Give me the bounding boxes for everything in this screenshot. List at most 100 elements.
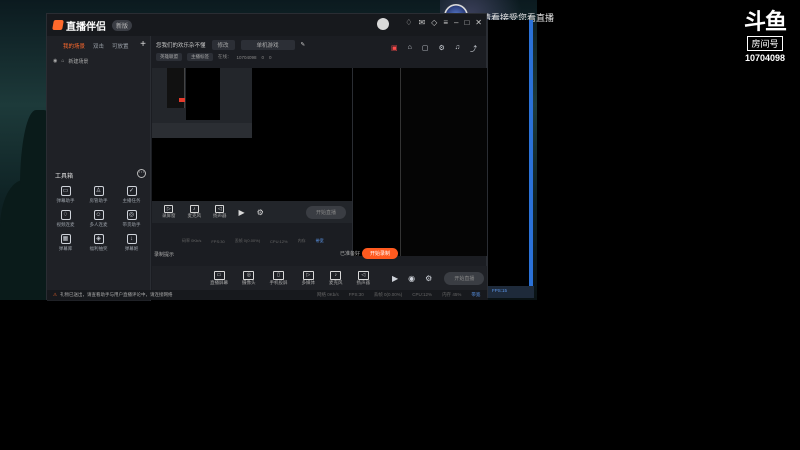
side-pane-status: FPS:15 [488,286,534,298]
camera-button[interactable]: ◎ 摄像头 [242,270,256,286]
status-bar: ⚠ 礼物已送出，请查看助手与用户直播评论中，请连接网络 网络 0Kb/s FPS… [47,290,488,300]
tool-fan[interactable]: ♙ 房管助手 [82,186,115,204]
window-controls: ♢ ✉ ◇ ≡ – □ ✕ [377,18,482,30]
bell-icon[interactable]: ♫ [455,44,460,54]
version-badge[interactable]: 新版 [112,19,133,31]
room-title: 您我们的欢乐杂不懂 [156,43,206,49]
live-screen-button[interactable]: ▭ 直播屏幕 [210,270,228,286]
camera-icon: ◎ [243,270,255,280]
add-scene-icon[interactable]: + [140,39,146,50]
tool-comment[interactable]: ▦ 弹幕库 [49,234,82,252]
gear-icon[interactable]: ⚙ [257,208,264,217]
douyu-logo: 斗鱼 房间号 10704098 [744,12,787,64]
media-button[interactable]: ▷ 多媒体 [302,270,315,286]
category-select[interactable]: 单机游戏 [240,40,295,50]
bottom-toolbar: ▭ 直播屏幕 ◎ 摄像头 ▯ 手机投屏 ▷ 多媒体 ♪ 麦克风 ◁ 扬声器 ▶ ◉ ⚙ 开始… [152,266,487,290]
brand-icon [52,20,64,30]
fans-count: 0 [261,54,265,60]
tool-user[interactable]: ☺ 多人连麦 [82,210,115,228]
inner-stats-row: 码率 0Kb/s FPS:30 丢帧 0(0.00%) CPU:12% 内存 带… [182,238,324,244]
settings-icon[interactable]: ⚙ [438,44,444,54]
inner-toolbar: ▷ 录屏窗 ♪ 麦克风 ◁ 扬声器 ▶ ⚙ 开始直播 [152,201,352,223]
phone-icon: ▯ [273,270,284,280]
danmu-icon: ▭ [60,186,71,196]
secondary-panel [400,68,487,256]
inner-screen-button[interactable]: ▷ 录屏窗 [162,205,176,219]
start-record-button[interactable]: 开始录制 [361,248,398,259]
scene-tabs: 我的场景 双击 可放置 + [47,36,150,50]
task-icon: ✓ [126,186,137,196]
room-number: 10704098 [744,53,786,63]
lock-icon[interactable]: ⌂ [61,58,64,65]
title-bar: 直播伴侣 新版 ♢ ✉ ◇ ≡ – □ ✕ [47,14,486,36]
speaker-icon: ◁ [357,270,369,280]
game-icon: ♢ [60,210,71,220]
game-tag[interactable]: 英雄联盟 [156,53,182,61]
speaker-icon: ◁ [215,205,225,213]
tool-download[interactable]: ↓ 弹幕姬 [115,234,148,252]
download-icon: ↓ [126,234,137,244]
gift-icon[interactable]: ♢ [405,18,412,30]
close-icon[interactable]: ✕ [475,18,482,30]
room-id: 10704098 [236,54,257,60]
fan-icon: ♙ [93,186,104,196]
mail-icon[interactable]: ✉ [418,18,425,30]
nested-preview [152,68,252,138]
tool-game[interactable]: ♢ 视频连麦 [49,210,82,228]
lottery-icon: ◈ [93,234,104,244]
record-status: 已准备好 [339,251,360,257]
tool-danmu[interactable]: ▭ 弹幕助手 [49,186,82,204]
status-text: 礼物已送出，请查看助手与用户直播评论中，请连接网络 [60,292,173,297]
scene-sidebar: 我的场景 双击 可放置 + ◉ ⌂ 新建场景 工具箱 ⋯ ▭ 弹幕助手 ♙ 房管助手… [47,36,151,301]
shop-icon: ◎ [126,210,137,220]
toolbox-title: 工具箱 [55,174,74,180]
notification-icon[interactable]: ▣ [391,44,398,54]
gear-icon[interactable]: ⚙ [425,274,432,283]
scene-item[interactable]: ◉ ⌂ 新建场景 [53,58,150,65]
streamer-tag[interactable]: 主播标签 [187,53,213,61]
room-title-row: 您我们的欢乐杂不懂 修改 单机游戏 ✎ [156,40,305,50]
pencil-icon[interactable]: ✎ [301,42,306,48]
screen-icon: ▷ [164,205,174,213]
tab-my-scenes[interactable]: 我的场景 [63,42,85,50]
maximize-icon[interactable]: □ [464,18,469,30]
media-icon: ▷ [302,270,314,280]
user-avatar[interactable] [377,18,390,30]
app-brand: 直播伴侣 [52,18,106,33]
eye-icon[interactable]: ◉ [53,58,57,65]
brand-name: 直播伴侣 [66,21,106,33]
minimize-icon[interactable]: – [454,18,458,30]
record-icon[interactable]: ▶ [239,208,245,217]
inner-speaker-button[interactable]: ◁ 扬声器 [213,205,227,219]
menu-icon[interactable]: ≡ [443,18,448,30]
video-record-icon[interactable]: ▶ [392,274,398,283]
user-icon: ☺ [93,210,104,220]
inner-start-live-button[interactable]: 开始直播 [305,205,346,219]
online-label: 在线： [218,54,232,59]
warning-icon: ⚠ [53,292,58,297]
unlock-icon[interactable]: ⌂ [408,44,412,54]
blue-scrollbar[interactable] [529,20,533,298]
likes-count: 0 [269,54,272,60]
speaker-button[interactable]: ◁ 扬声器 [357,270,370,286]
toolbox-more-icon[interactable]: ⋯ [137,169,146,178]
copy-icon[interactable]: ▢ [422,44,429,54]
tool-shop[interactable]: ◎ 带货助手 [115,210,148,228]
mic-button[interactable]: ♪ 麦克风 [329,270,343,286]
room-label: 房间号 [747,36,783,51]
start-live-button[interactable]: 开始直播 [444,271,485,285]
stream-preview[interactable] [152,68,352,222]
tool-lottery[interactable]: ◈ 福利抽奖 [82,234,115,252]
inner-mic-button[interactable]: ♪ 麦克风 [188,205,201,219]
mic-icon: ♪ [330,270,342,280]
tool-task[interactable]: ✓ 主播任务 [115,186,148,204]
status-stats: 网络 0Kb/s FPS:30 丢帧 0(0.00%) CPU:12% 内存 4… [317,292,481,297]
tab-double[interactable]: 双击 [93,42,104,50]
eye-icon[interactable]: ◉ [408,274,415,283]
tab-placeable[interactable]: 可放置 [112,42,129,50]
shirt-icon[interactable]: ◇ [431,18,437,30]
scene-item-label: 新建场景 [68,59,89,65]
share-icon[interactable]: ⤴ [470,44,477,54]
edit-title-button[interactable]: 修改 [211,40,235,50]
phone-cast-button[interactable]: ▯ 手机投屏 [270,270,288,286]
